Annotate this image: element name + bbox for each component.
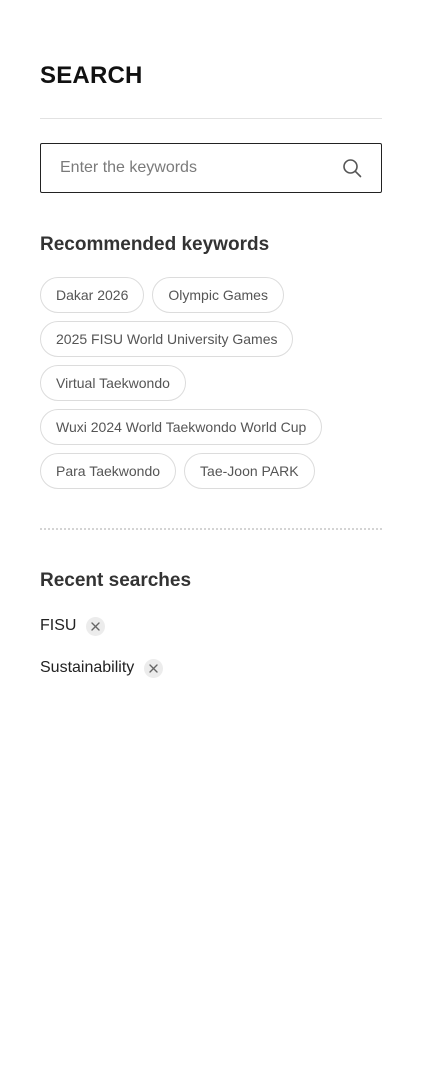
keyword-chip[interactable]: Dakar 2026 — [40, 277, 145, 313]
search-box — [40, 143, 382, 193]
title-divider — [40, 118, 382, 119]
keyword-chip[interactable]: Olympic Games — [152, 277, 284, 313]
keyword-chip[interactable]: Para Taekwondo — [40, 453, 177, 489]
keyword-chip[interactable]: 2025 FISU World University Games — [40, 321, 294, 357]
section-divider — [40, 528, 382, 530]
recent-search-item: Sustainability — [40, 656, 164, 680]
search-panel: SEARCH Recommended keywords Dakar 2026 O… — [0, 0, 432, 1080]
close-icon[interactable] — [86, 616, 106, 636]
search-icon[interactable] — [341, 157, 363, 179]
keyword-chip[interactable]: Wuxi 2024 World Taekwondo World Cup — [40, 409, 323, 445]
recent-search-item: FISU — [40, 614, 163, 638]
keyword-chip[interactable]: Virtual Taekwondo — [40, 365, 186, 401]
search-input[interactable] — [60, 159, 341, 177]
recent-searches-title: Recent searches — [40, 570, 192, 591]
recent-searches-list: FISU Sustainability — [40, 614, 164, 698]
page-title: SEARCH — [40, 62, 143, 89]
recent-search-label[interactable]: Sustainability — [40, 659, 134, 677]
recent-search-label[interactable]: FISU — [40, 617, 76, 635]
close-icon[interactable] — [144, 658, 164, 678]
recommended-keywords-list: Dakar 2026 Olympic Games 2025 FISU World… — [40, 277, 382, 489]
recommended-keywords-title: Recommended keywords — [40, 234, 270, 255]
keyword-chip[interactable]: Tae-Joon PARK — [184, 453, 315, 489]
